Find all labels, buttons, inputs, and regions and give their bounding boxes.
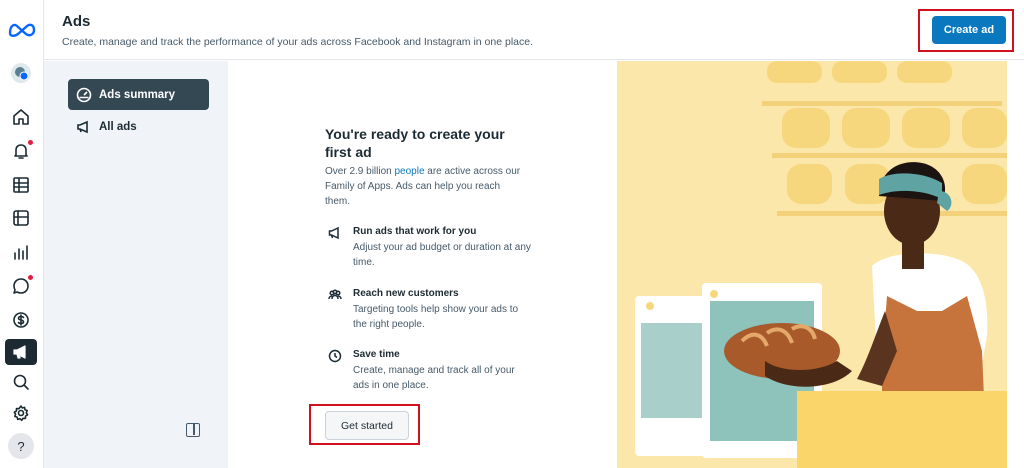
ads-sidebar: Ads summary All ads xyxy=(44,61,228,468)
table-icon[interactable] xyxy=(10,174,32,196)
notification-dot xyxy=(28,275,33,280)
search-icon[interactable] xyxy=(10,371,32,393)
feature-description: Targeting tools help show your ads to th… xyxy=(353,304,519,330)
ads-icon[interactable] xyxy=(5,339,37,365)
empty-state-heading: You're ready to create your first ad xyxy=(325,126,505,160)
sidebar-item-label: Ads summary xyxy=(99,88,176,101)
main-content: You're ready to create your first ad Ove… xyxy=(228,61,617,468)
page-title: Ads xyxy=(62,13,91,30)
left-rail: ? xyxy=(0,0,44,468)
notifications-icon[interactable] xyxy=(10,140,33,162)
people-link[interactable]: people xyxy=(394,166,424,177)
sidebar-item-all-ads[interactable]: All ads xyxy=(68,111,209,142)
page-header: Ads Create, manage and track the perform… xyxy=(44,0,1024,60)
feature-title: Reach new customers xyxy=(353,288,459,299)
page-scrollbar[interactable] xyxy=(1007,61,1024,468)
settings-icon[interactable] xyxy=(10,402,32,424)
megaphone-icon xyxy=(328,226,344,242)
feature-title: Run ads that work for you xyxy=(353,226,477,237)
feature-description: Adjust your ad budget or duration at any… xyxy=(353,242,531,268)
pages-icon[interactable] xyxy=(10,207,32,229)
megaphone-icon xyxy=(77,120,88,133)
get-started-button[interactable]: Get started xyxy=(325,411,409,440)
intro-text: Over 2.9 billion people are active acros… xyxy=(325,164,525,209)
billing-icon[interactable] xyxy=(10,309,32,331)
meta-logo-icon[interactable] xyxy=(8,18,36,40)
promo-illustration xyxy=(617,61,1007,468)
feature-title: Save time xyxy=(353,349,400,360)
intro-text-part: Over 2.9 billion xyxy=(325,166,395,177)
notification-dot xyxy=(28,140,33,145)
clock-icon xyxy=(328,349,344,365)
sidebar-item-label: All ads xyxy=(99,120,137,133)
insights-icon[interactable] xyxy=(10,241,32,263)
dashboard-icon xyxy=(76,87,92,102)
messages-icon[interactable] xyxy=(10,275,33,297)
baker-illustration xyxy=(635,61,1007,468)
people-icon xyxy=(328,288,344,304)
account-avatar-icon[interactable] xyxy=(10,62,32,84)
create-ad-button[interactable]: Create ad xyxy=(932,16,1006,44)
help-icon[interactable]: ? xyxy=(8,433,34,459)
feature-description: Create, manage and track all of your ads… xyxy=(353,365,515,391)
page-subtitle: Create, manage and track the performance… xyxy=(62,36,534,48)
home-icon[interactable] xyxy=(10,106,32,128)
sidebar-item-ads-summary[interactable]: Ads summary xyxy=(68,79,209,110)
collapse-sidebar-icon[interactable] xyxy=(186,423,200,437)
